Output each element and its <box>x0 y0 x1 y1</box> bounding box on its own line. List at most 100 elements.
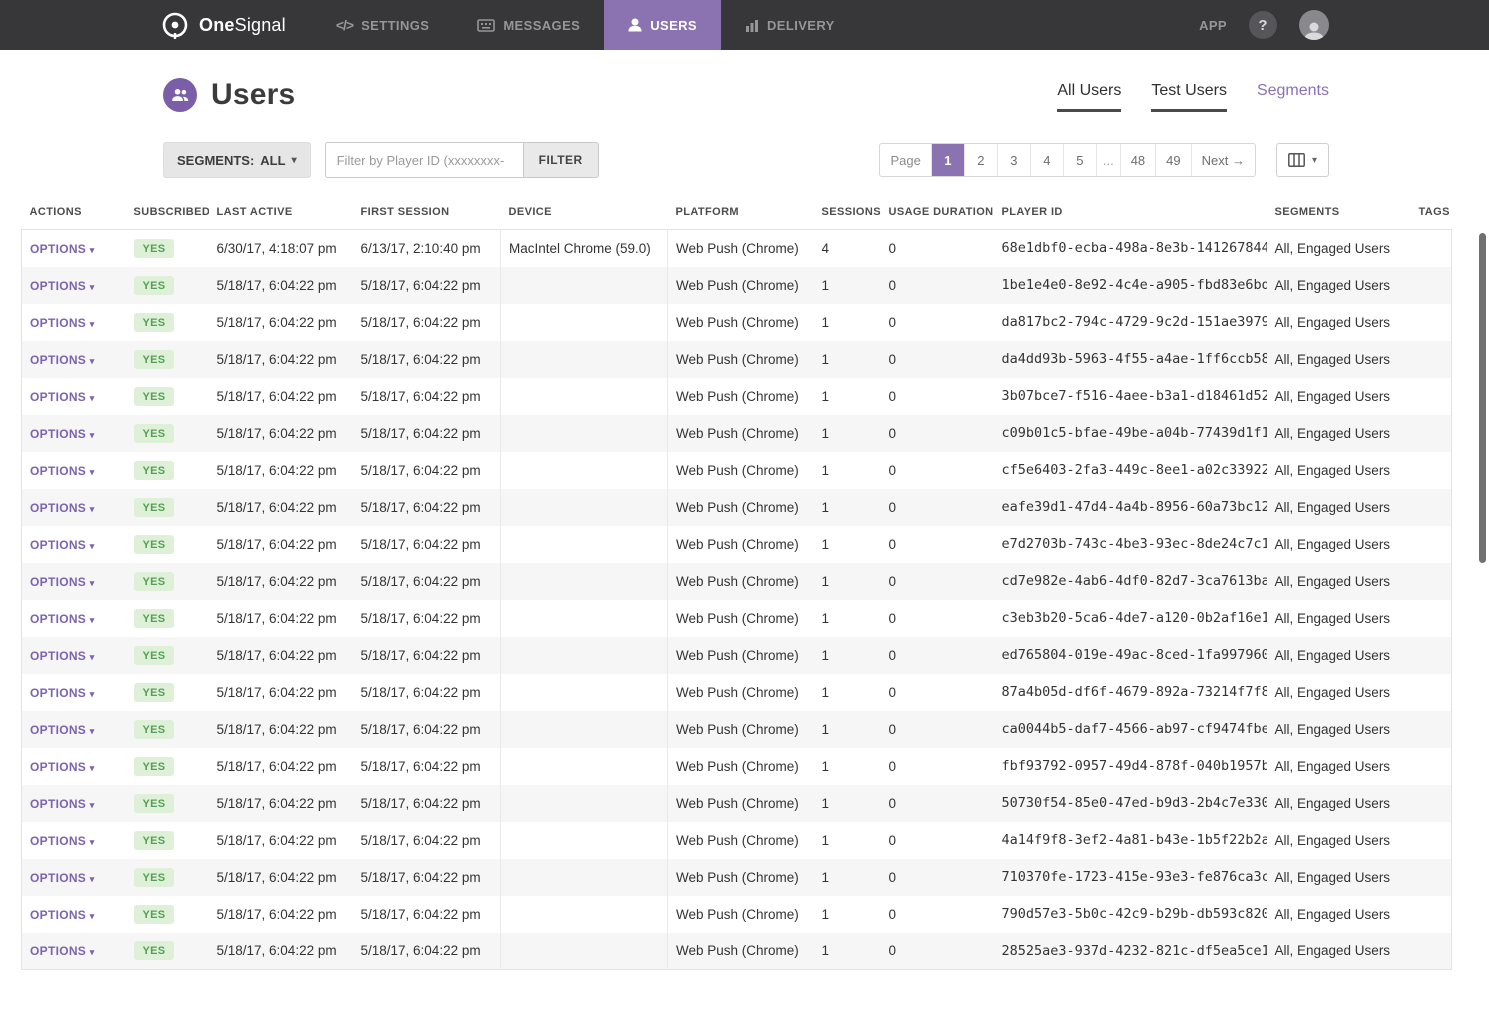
platform-cell: Web Push (Chrome) <box>668 526 814 563</box>
options-button[interactable]: OPTIONS ▾ <box>30 686 95 700</box>
options-button[interactable]: OPTIONS ▾ <box>30 501 95 515</box>
platform-cell: Web Push (Chrome) <box>668 378 814 415</box>
tags-cell <box>1411 674 1452 711</box>
pagination-page-3[interactable]: 3 <box>997 144 1030 176</box>
options-button[interactable]: OPTIONS ▾ <box>30 242 95 256</box>
device-cell <box>501 674 668 711</box>
platform-cell: Web Push (Chrome) <box>668 489 814 526</box>
pagination-page-4[interactable]: 4 <box>1030 144 1063 176</box>
column-header: SEGMENTS <box>1267 196 1411 230</box>
chevron-down-icon: ▾ <box>90 652 95 662</box>
options-button[interactable]: OPTIONS ▾ <box>30 944 95 958</box>
chevron-down-icon: ▾ <box>90 282 95 292</box>
options-button[interactable]: OPTIONS ▾ <box>30 353 95 367</box>
nav-item-label: MESSAGES <box>503 18 580 33</box>
help-icon[interactable]: ? <box>1249 11 1277 39</box>
columns-toggle-button[interactable]: ▾ <box>1276 143 1329 177</box>
options-button[interactable]: OPTIONS ▾ <box>30 464 95 478</box>
player-id-cell: 3b07bce7-f516-4aee-b3a1-d18461d52c98 <box>994 378 1267 415</box>
pagination-page-49[interactable]: 49 <box>1155 144 1190 176</box>
options-button[interactable]: OPTIONS ▾ <box>30 279 95 293</box>
first-session-cell: 5/18/17, 6:04:22 pm <box>353 378 501 415</box>
nav-item-delivery[interactable]: DELIVERY <box>721 0 859 50</box>
segments-cell: All, Engaged Users <box>1267 267 1411 304</box>
pagination-page-2[interactable]: 2 <box>964 144 997 176</box>
chevron-down-icon: ▾ <box>90 504 95 514</box>
first-session-cell: 5/18/17, 6:04:22 pm <box>353 415 501 452</box>
options-button[interactable]: OPTIONS ▾ <box>30 760 95 774</box>
segments-cell: All, Engaged Users <box>1267 674 1411 711</box>
platform-cell: Web Push (Chrome) <box>668 452 814 489</box>
usage-duration-cell: 0 <box>881 637 994 674</box>
tab-all-users[interactable]: All Users <box>1057 82 1121 112</box>
last-active-cell: 5/18/17, 6:04:22 pm <box>209 896 353 933</box>
options-button[interactable]: OPTIONS ▾ <box>30 575 95 589</box>
platform-cell: Web Push (Chrome) <box>668 674 814 711</box>
table-row: OPTIONS ▾YES5/18/17, 6:04:22 pm5/18/17, … <box>22 785 1452 822</box>
options-button[interactable]: OPTIONS ▾ <box>30 649 95 663</box>
options-button[interactable]: OPTIONS ▾ <box>30 538 95 552</box>
last-active-cell: 5/18/17, 6:04:22 pm <box>209 267 353 304</box>
pagination-page-1[interactable]: 1 <box>931 144 964 176</box>
player-id-cell: c3eb3b20-5ca6-4de7-a120-0b2af16e1639 <box>994 600 1267 637</box>
platform-cell: Web Push (Chrome) <box>668 230 814 267</box>
usage-duration-cell: 0 <box>881 489 994 526</box>
table-row: OPTIONS ▾YES5/18/17, 6:04:22 pm5/18/17, … <box>22 452 1452 489</box>
segments-cell: All, Engaged Users <box>1267 748 1411 785</box>
subscribed-badge: YES <box>134 350 175 369</box>
filter-button[interactable]: FILTER <box>523 142 599 178</box>
usage-duration-cell: 0 <box>881 415 994 452</box>
tags-cell <box>1411 452 1452 489</box>
options-button[interactable]: OPTIONS ▾ <box>30 316 95 330</box>
options-button[interactable]: OPTIONS ▾ <box>30 390 95 404</box>
options-button[interactable]: OPTIONS ▾ <box>30 612 95 626</box>
tags-cell <box>1411 600 1452 637</box>
tab-test-users[interactable]: Test Users <box>1151 82 1227 112</box>
column-header: USAGE DURATION <box>881 196 994 230</box>
app-label[interactable]: APP <box>1199 18 1227 33</box>
chevron-down-icon: ▾ <box>90 874 95 884</box>
options-button[interactable]: OPTIONS ▾ <box>30 834 95 848</box>
pagination-next-button[interactable]: Next → <box>1191 144 1255 176</box>
nav-item-messages[interactable]: MESSAGES <box>453 0 604 50</box>
scrollbar[interactable] <box>1479 233 1486 563</box>
page-header: Users All Users Test Users Segments <box>0 50 1489 112</box>
segments-cell: All, Engaged Users <box>1267 341 1411 378</box>
usage-duration-cell: 0 <box>881 933 994 970</box>
usage-duration-cell: 0 <box>881 600 994 637</box>
segments-cell: All, Engaged Users <box>1267 378 1411 415</box>
segments-dropdown[interactable]: SEGMENTS: ALL ▾ <box>163 142 311 178</box>
options-button[interactable]: OPTIONS ▾ <box>30 427 95 441</box>
player-id-cell: 790d57e3-5b0c-42c9-b29b-db593c820b23 <box>994 896 1267 933</box>
options-button[interactable]: OPTIONS ▾ <box>30 908 95 922</box>
people-icon <box>163 78 197 112</box>
first-session-cell: 5/18/17, 6:04:22 pm <box>353 563 501 600</box>
nav-item-users[interactable]: USERS <box>604 0 721 50</box>
avatar[interactable] <box>1299 10 1329 40</box>
player-id-filter-input[interactable] <box>325 142 523 178</box>
chevron-down-icon: ▾ <box>292 155 297 166</box>
usage-duration-cell: 0 <box>881 267 994 304</box>
platform-cell: Web Push (Chrome) <box>668 933 814 970</box>
brand[interactable]: OneSignal <box>0 0 312 50</box>
pagination-page-5[interactable]: 5 <box>1063 144 1096 176</box>
column-header: TAGS <box>1411 196 1452 230</box>
sessions-cell: 1 <box>814 822 881 859</box>
subscribed-badge: YES <box>134 794 175 813</box>
options-button[interactable]: OPTIONS ▾ <box>30 723 95 737</box>
first-session-cell: 5/18/17, 6:04:22 pm <box>353 785 501 822</box>
table-row: OPTIONS ▾YES5/18/17, 6:04:22 pm5/18/17, … <box>22 600 1452 637</box>
options-button[interactable]: OPTIONS ▾ <box>30 871 95 885</box>
first-session-cell: 6/13/17, 2:10:40 pm <box>353 230 501 267</box>
table-row: OPTIONS ▾YES6/30/17, 4:18:07 pm6/13/17, … <box>22 230 1452 267</box>
usage-duration-cell: 0 <box>881 748 994 785</box>
device-cell: MacIntel Chrome (59.0) <box>501 230 668 267</box>
options-button[interactable]: OPTIONS ▾ <box>30 797 95 811</box>
tab-segments[interactable]: Segments <box>1257 82 1329 112</box>
pagination-page-48[interactable]: 48 <box>1120 144 1155 176</box>
device-cell <box>501 859 668 896</box>
tabs: All Users Test Users Segments <box>1057 82 1329 112</box>
nav-item-settings[interactable]: </> SETTINGS <box>312 0 453 50</box>
sessions-cell: 1 <box>814 748 881 785</box>
player-id-cell: 28525ae3-937d-4232-821c-df5ea5ce1c41 <box>994 933 1267 970</box>
